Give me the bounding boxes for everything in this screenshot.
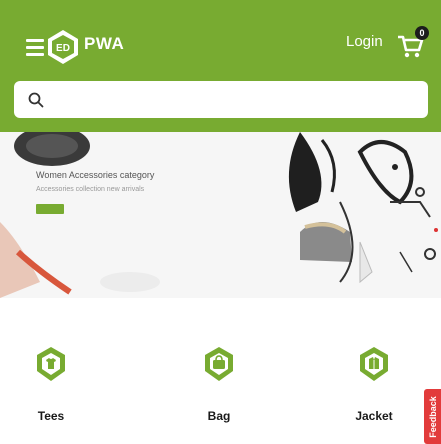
hero-banner[interactable]: Women Accessories category Accessories c… [0,132,441,298]
feedback-tab[interactable]: Feedback [424,389,441,444]
search-bar[interactable] [14,81,428,118]
shop-now-button[interactable] [36,204,64,214]
hero-subline: Accessories collection new arrivals [36,186,145,193]
app-header: ED PWA Login 0 [0,0,441,132]
cart-button[interactable]: 0 [395,26,431,60]
category-jacket[interactable]: Jacket [334,345,414,423]
tee-icon [37,347,65,381]
brand-name[interactable]: PWA [84,34,124,54]
jacket-icon [360,347,388,381]
bag-icon [205,347,233,381]
category-list: Tees Bag Jacket [0,345,441,444]
hero-artwork [0,132,438,298]
logo-icon[interactable]: ED [46,28,80,66]
hero-headline: Women Accessories category [36,170,155,180]
category-label: Tees [37,409,65,423]
logo-text: ED [56,43,70,54]
category-bag[interactable]: Bag [179,345,259,423]
cart-count-badge: 0 [415,26,429,40]
login-link[interactable]: Login [346,33,383,50]
category-tees[interactable]: Tees [11,345,91,423]
hamburger-menu-icon[interactable] [26,39,48,57]
search-input[interactable] [44,81,428,118]
search-icon[interactable] [28,92,44,108]
category-label: Bag [207,409,231,423]
category-label: Jacket [355,409,393,423]
feedback-label: Feedback [427,395,438,438]
